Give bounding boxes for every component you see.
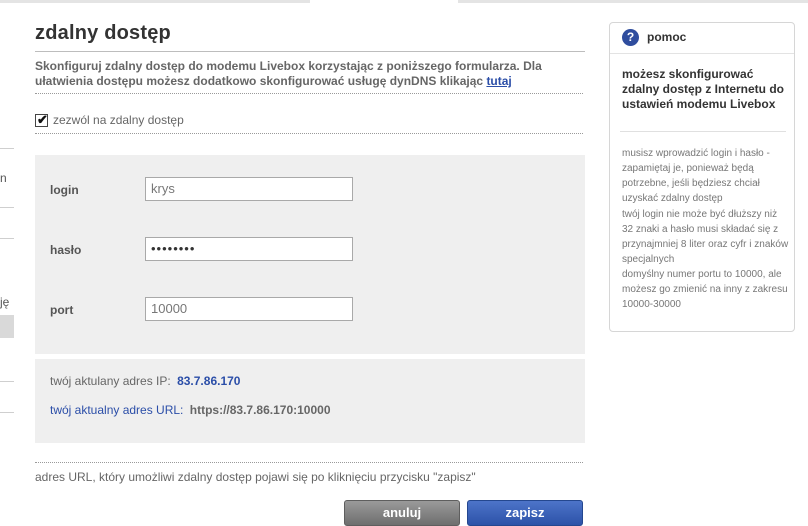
ip-address-value: 83.7.86.170 [177, 374, 241, 388]
help-headline: możesz skonfigurować zdalny dostęp z Int… [622, 67, 785, 111]
top-tab-strip-right [458, 0, 808, 3]
dyndns-link[interactable]: tutaj [486, 74, 511, 88]
sidebar-divider [0, 148, 14, 149]
ip-address-line: twój aktulany adres IP: 83.7.86.170 [50, 374, 240, 388]
dotted-divider [35, 133, 583, 134]
sidebar-divider [0, 207, 14, 208]
help-panel: ? pomoc możesz skonfigurować zdalny dost… [609, 22, 795, 332]
sidebar-item-selected[interactable] [0, 315, 14, 338]
help-paragraph-credentials: musisz wprowadzić login i hasło -zapamię… [622, 148, 770, 204]
dotted-divider [35, 462, 583, 463]
intro-text: Skonfiguruj zdalny dostęp do modemu Live… [35, 59, 580, 89]
cancel-button[interactable]: anuluj [344, 500, 460, 526]
help-question-icon: ? [622, 28, 639, 46]
help-header: ? pomoc [610, 23, 794, 51]
login-field[interactable]: krys [145, 177, 353, 201]
url-address-value: https://83.7.86.170:10000 [189, 403, 331, 417]
sidebar-divider [0, 238, 14, 239]
intro-description: Skonfiguruj zdalny dostęp do modemu Live… [35, 59, 542, 88]
help-divider [620, 131, 786, 132]
save-note: adres URL, który umożliwi zdalny dostęp … [35, 470, 476, 484]
port-label: port [50, 303, 74, 317]
ip-address-label: twój aktulany adres IP: [50, 374, 171, 388]
sidebar-divider [0, 381, 14, 382]
help-paragraph-port: domyślny numer portu to 10000, ale możes… [622, 269, 788, 310]
top-tab-strip-left [0, 0, 310, 3]
help-title: pomoc [647, 30, 687, 44]
title-divider [35, 51, 585, 52]
address-info-panel: twój aktulany adres IP: 83.7.86.170 twój… [35, 359, 585, 443]
credentials-panel: login krys hasło •••••••• port 10000 [35, 155, 585, 354]
sidebar-divider [0, 412, 14, 413]
checkmark-icon: ✔ [37, 111, 48, 127]
dotted-divider [35, 93, 583, 94]
password-field[interactable]: •••••••• [145, 237, 353, 261]
remote-access-toggle-row: ✔ zezwól na zdalny dostęp [35, 111, 184, 127]
url-address-label: twój aktualny adres URL: [50, 403, 184, 417]
remote-access-label: zezwól na zdalny dostęp [53, 113, 184, 127]
page-title: zdalny dostęp [35, 22, 171, 44]
sidebar-item-fragment[interactable]: n [0, 171, 7, 185]
save-button[interactable]: zapisz [467, 500, 583, 526]
password-label: hasło [50, 243, 82, 257]
sidebar-item-fragment[interactable]: ję [0, 295, 9, 309]
help-header-divider [610, 53, 794, 54]
remote-access-checkbox[interactable]: ✔ [35, 111, 48, 127]
port-field[interactable]: 10000 [145, 297, 353, 321]
login-label: login [50, 183, 79, 197]
help-paragraph-rules: twój login nie może być dłuższy niż 32 z… [622, 209, 789, 265]
url-address-line: twój aktualny adres URL: https://83.7.86… [50, 403, 331, 417]
